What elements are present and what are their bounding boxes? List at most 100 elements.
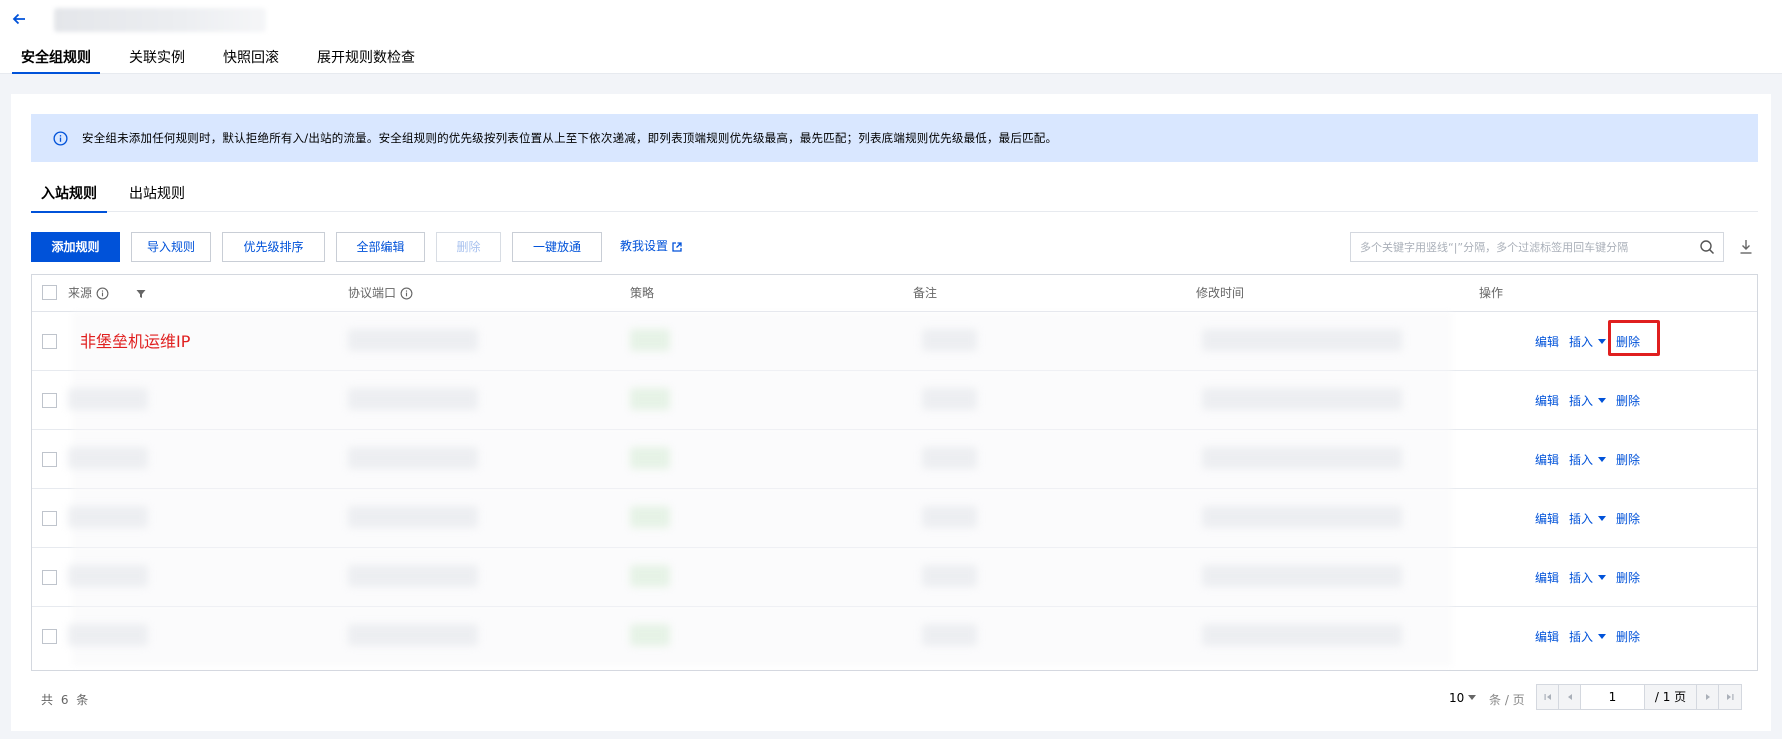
row-checkbox[interactable] [42, 570, 57, 585]
redacted-modified-time [1202, 388, 1402, 410]
search-input[interactable] [1351, 233, 1681, 261]
info-icon[interactable] [400, 287, 413, 300]
back-arrow-icon[interactable] [10, 10, 28, 28]
insert-label: 插入 [1569, 453, 1594, 467]
redacted-remark [922, 624, 977, 646]
delete-link[interactable]: 删除 [1616, 451, 1640, 468]
col-actions: 操作 [1479, 286, 1504, 300]
annotation-highlight-box [1608, 320, 1660, 356]
top-bar: 安全组规则 关联实例 快照回滚 展开规则数检查 [0, 0, 1782, 74]
caret-down-icon [1598, 457, 1607, 462]
caret-down-icon [1598, 516, 1607, 521]
redacted-modified-time [1202, 329, 1402, 351]
redacted-protocol-port [348, 447, 478, 469]
page-number-input[interactable] [1581, 685, 1645, 709]
tab-snapshot-rollback[interactable]: 快照回滚 [214, 48, 288, 74]
insert-dropdown[interactable]: 插入 [1569, 628, 1607, 645]
download-icon[interactable] [1739, 239, 1753, 255]
row-checkbox[interactable] [42, 511, 57, 526]
insert-label: 插入 [1569, 394, 1594, 408]
edit-link[interactable]: 编辑 [1535, 628, 1559, 645]
first-page-icon[interactable] [1537, 685, 1559, 709]
table-row: 编辑 插入 删除 [32, 430, 1757, 489]
info-icon [53, 130, 68, 146]
select-all-checkbox[interactable] [42, 285, 57, 300]
top-tabs: 安全组规则 关联实例 快照回滚 展开规则数检查 [12, 48, 444, 74]
delete-button[interactable]: 删除 [436, 232, 501, 262]
tab-associated-instances[interactable]: 关联实例 [120, 48, 194, 74]
row-actions: 编辑 插入 删除 [1535, 510, 1650, 527]
external-link-icon [672, 242, 682, 252]
redacted-remark [922, 447, 977, 469]
col-protocol-port-label: 协议端口 [348, 286, 397, 300]
redacted-policy [630, 624, 670, 646]
redacted-source [68, 447, 148, 469]
source-annotation: 非堡垒机运维IP [80, 332, 191, 351]
per-page-label: 条 / 页 [1489, 693, 1525, 707]
col-modified-time: 修改时间 [1196, 286, 1245, 300]
row-checkbox[interactable] [42, 452, 57, 467]
table-row: 编辑 插入 删除 [32, 489, 1757, 548]
redacted-modified-time [1202, 624, 1402, 646]
caret-down-icon [1598, 339, 1607, 344]
delete-link[interactable]: 删除 [1616, 628, 1640, 645]
redacted-source [68, 624, 148, 646]
priority-sort-button[interactable]: 优先级排序 [222, 232, 325, 262]
info-icon[interactable] [96, 287, 109, 300]
search-box [1350, 232, 1724, 262]
redacted-modified-time [1202, 506, 1402, 528]
row-checkbox[interactable] [42, 393, 57, 408]
insert-label: 插入 [1569, 335, 1594, 349]
row-checkbox[interactable] [42, 334, 57, 349]
insert-dropdown[interactable]: 插入 [1569, 333, 1607, 350]
redacted-protocol-port [348, 329, 478, 351]
pagination-footer: 共 6 条 10 条 / 页 / 1 页 [31, 684, 1758, 714]
filter-icon[interactable] [136, 289, 146, 299]
page-size-select[interactable]: 10 [1449, 691, 1477, 705]
redacted-policy [630, 506, 670, 528]
redacted-source [68, 565, 148, 587]
tab-security-group-rules[interactable]: 安全组规则 [12, 48, 100, 74]
search-icon[interactable] [1699, 239, 1715, 255]
edit-link[interactable]: 编辑 [1535, 451, 1559, 468]
delete-link[interactable]: 删除 [1616, 392, 1640, 409]
insert-dropdown[interactable]: 插入 [1569, 510, 1607, 527]
toolbar: 添加规则 导入规则 优先级排序 全部编辑 删除 一键放通 教我设置 [31, 232, 1758, 264]
tab-outbound-rules[interactable]: 出站规则 [119, 184, 195, 212]
insert-dropdown[interactable]: 插入 [1569, 392, 1607, 409]
redacted-policy [630, 447, 670, 469]
redacted-modified-time [1202, 565, 1402, 587]
allow-all-button[interactable]: 一键放通 [512, 232, 602, 262]
redacted-remark [922, 388, 977, 410]
redacted-policy [630, 565, 670, 587]
insert-dropdown[interactable]: 插入 [1569, 451, 1607, 468]
notice-text: 安全组未添加任何规则时，默认拒绝所有入/出站的流量。安全组规则的优先级按列表位置… [82, 131, 1058, 145]
next-page-icon[interactable] [1697, 685, 1719, 709]
add-rule-button[interactable]: 添加规则 [31, 232, 120, 262]
insert-dropdown[interactable]: 插入 [1569, 569, 1607, 586]
insert-label: 插入 [1569, 512, 1594, 526]
edit-link[interactable]: 编辑 [1535, 510, 1559, 527]
last-page-icon[interactable] [1719, 685, 1741, 709]
edit-link[interactable]: 编辑 [1535, 392, 1559, 409]
row-checkbox[interactable] [42, 629, 57, 644]
col-source-label: 来源 [68, 286, 93, 300]
edit-link[interactable]: 编辑 [1535, 333, 1559, 350]
delete-link[interactable]: 删除 [1616, 510, 1640, 527]
edit-link[interactable]: 编辑 [1535, 569, 1559, 586]
tab-inbound-rules[interactable]: 入站规则 [31, 184, 107, 213]
redacted-source [68, 506, 148, 528]
prev-page-icon[interactable] [1559, 685, 1581, 709]
edit-all-button[interactable]: 全部编辑 [336, 232, 425, 262]
insert-label: 插入 [1569, 571, 1594, 585]
total-pages: / 1 页 [1645, 685, 1697, 709]
help-setup-link[interactable]: 教我设置 [620, 232, 682, 262]
row-actions: 编辑 插入 删除 [1535, 569, 1650, 586]
help-setup-label: 教我设置 [620, 239, 669, 253]
redacted-remark [922, 329, 977, 351]
import-rule-button[interactable]: 导入规则 [131, 232, 211, 262]
delete-link[interactable]: 删除 [1616, 569, 1640, 586]
rules-card: 安全组未添加任何规则时，默认拒绝所有入/出站的流量。安全组规则的优先级按列表位置… [11, 94, 1771, 731]
tab-rule-count-check[interactable]: 展开规则数检查 [308, 48, 424, 74]
redacted-protocol-port [348, 565, 478, 587]
